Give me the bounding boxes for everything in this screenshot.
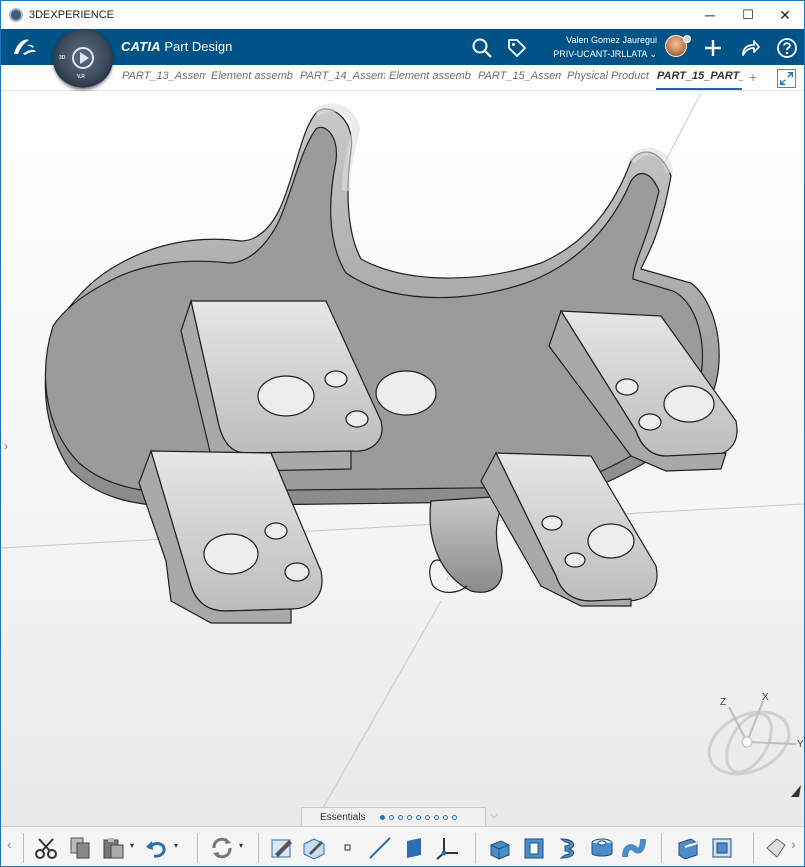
share-icon[interactable] (739, 37, 761, 59)
rib-icon[interactable] (621, 835, 647, 861)
tab-part14-assembly[interactable]: PART_14_Assem (300, 70, 385, 88)
axis-x-label: X (762, 692, 769, 703)
close-button[interactable]: ✕ (762, 1, 804, 29)
part-body[interactable] (44, 103, 738, 624)
caret-down-icon[interactable]: ▾ (174, 841, 178, 850)
positioned-sketch-icon[interactable] (301, 835, 327, 861)
axis-triad[interactable]: X Y Z (699, 692, 804, 786)
section-page-dot[interactable] (406, 814, 412, 820)
tab-element-assembly-2[interactable]: Element assemb (389, 70, 475, 88)
add-icon[interactable] (702, 37, 724, 59)
app-brand: CATIA Part Design (121, 39, 232, 54)
line-icon[interactable] (367, 835, 393, 861)
separator (475, 833, 476, 863)
sketch-icon[interactable] (269, 835, 295, 861)
add-tab-button[interactable]: + (749, 69, 757, 85)
user-info[interactable]: Valen Gomez Jauregui PRIV-UCANT-JRLLATA … (549, 33, 657, 61)
separator (197, 833, 198, 863)
section-page-dot[interactable] (397, 814, 403, 820)
point-icon[interactable] (335, 835, 361, 861)
action-bar-scroll-left[interactable]: ‹ (7, 836, 12, 852)
help-icon[interactable] (776, 37, 798, 59)
play-icon[interactable] (72, 47, 94, 69)
avatar-status-badge (683, 35, 691, 43)
section-page-dot[interactable] (424, 814, 430, 820)
construction-line-horizontal (1, 503, 804, 549)
caret-down-icon[interactable]: ▾ (239, 841, 243, 850)
section-page-dot[interactable] (379, 814, 385, 820)
chevron-down-icon[interactable]: ⌵ (490, 809, 498, 822)
3dexperience-app-icon (9, 8, 23, 22)
action-bar: ‹ ▾ ▾ ▾ › (1, 826, 804, 866)
active-tab-indicator (656, 88, 742, 90)
cut-icon[interactable] (33, 835, 59, 861)
more-tools-icon[interactable] (763, 835, 789, 861)
section-page-dot[interactable] (415, 814, 421, 820)
copy-icon[interactable] (67, 835, 93, 861)
separator (753, 833, 754, 863)
catia-window: 3DEXPERIENCE ─ ☐ ✕ 3D V.R CATIA Part Des… (0, 0, 805, 867)
mounting-tab-4[interactable] (480, 451, 658, 607)
section-bar[interactable]: Essentials (301, 807, 486, 826)
user-tenant: PRIV-UCANT-JRLLATA ⌄ (549, 47, 657, 61)
window-titlebar: 3DEXPERIENCE ─ ☐ ✕ (1, 1, 804, 29)
separator (258, 833, 259, 863)
compass-3d-label: 3D (59, 55, 66, 61)
construction-line-lower (310, 600, 442, 829)
part-3d-view[interactable]: X Y Z (1, 91, 804, 829)
brand-catia: CATIA (121, 39, 161, 54)
brand-app-name: Part Design (164, 39, 233, 54)
shaft-icon[interactable] (555, 835, 581, 861)
section-label[interactable]: Essentials (320, 812, 366, 823)
window-title: 3DEXPERIENCE (29, 9, 114, 21)
tab-part13-assembly[interactable]: PART_13_Assem (122, 70, 206, 88)
tab-element-assembly-1[interactable]: Element assemb (211, 70, 297, 88)
center-hole[interactable] (375, 370, 437, 416)
separator (23, 833, 24, 863)
left-panel-expander[interactable]: › (4, 439, 8, 453)
undo-icon[interactable] (144, 835, 170, 861)
pocket-icon[interactable] (521, 835, 547, 861)
tenant-label: PRIV-UCANT-JRLLATA (553, 49, 647, 59)
fillet-icon[interactable] (675, 835, 701, 861)
expand-icon[interactable] (777, 69, 796, 88)
tab-part15-part-active[interactable]: PART_15_PART_ (657, 70, 743, 88)
search-icon[interactable] (471, 37, 493, 59)
dassault-systemes-logo-icon[interactable] (11, 36, 39, 58)
section-page-dot[interactable] (433, 814, 439, 820)
paste-icon[interactable] (101, 835, 127, 861)
update-icon[interactable] (209, 835, 235, 861)
user-name: Valen Gomez Jauregui (566, 35, 657, 45)
app-header: 3D V.R CATIA Part Design Valen Gomez Jau… (1, 29, 804, 89)
tab-physical-product[interactable]: Physical Product (567, 70, 653, 88)
chevron-down-icon[interactable]: ⌄ (649, 49, 657, 59)
axis-y-label: Y (797, 739, 804, 750)
section-page-dot[interactable] (388, 814, 394, 820)
action-bar-scroll-right[interactable]: › (791, 836, 796, 852)
tag-icon[interactable] (506, 37, 528, 59)
cursor-arrow-icon (791, 785, 801, 797)
pad-icon[interactable] (487, 835, 513, 861)
section-page-dot[interactable] (442, 814, 448, 820)
caret-down-icon[interactable]: ▾ (130, 841, 134, 850)
hole-icon[interactable] (589, 835, 615, 861)
axis-system-icon[interactable] (434, 835, 460, 861)
section-page-dot[interactable] (451, 814, 457, 820)
document-tabs: PART_13_Assem Element assemb PART_14_Ass… (1, 65, 804, 91)
chamfer-icon[interactable] (709, 835, 735, 861)
axis-z-label: Z (720, 697, 726, 708)
tab-part15-assembly[interactable]: PART_15_Assem (478, 70, 562, 88)
separator (661, 833, 662, 863)
3d-viewport[interactable]: X Y Z › (1, 91, 804, 829)
plane-icon[interactable] (401, 835, 427, 861)
compass-widget[interactable]: 3D V.R (53, 29, 113, 89)
compass-vr-label: V.R (77, 74, 85, 80)
